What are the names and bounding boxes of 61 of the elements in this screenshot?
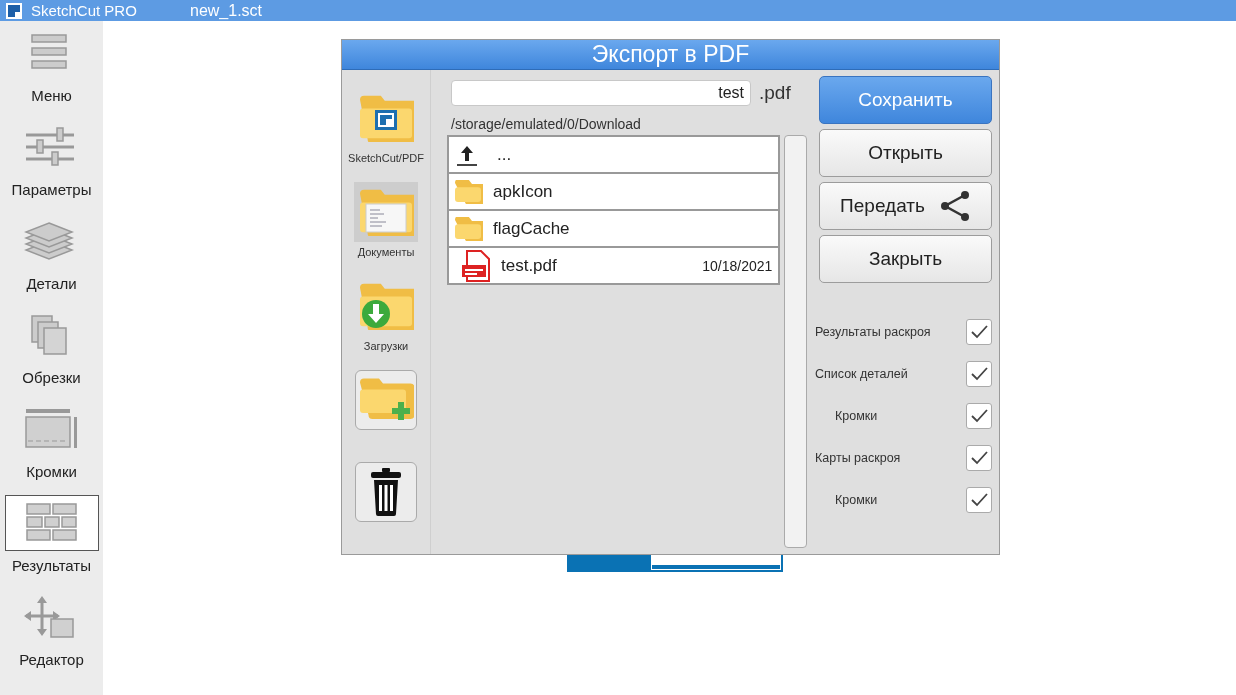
new-folder-icon — [358, 378, 414, 422]
place-shortcut[interactable]: Загрузки — [354, 276, 418, 370]
action-button[interactable]: Закрыть — [819, 235, 992, 283]
sidebar-item[interactable]: Результаты — [0, 495, 103, 589]
sidebar-item[interactable]: Параметры — [0, 119, 103, 213]
checkbox[interactable] — [966, 403, 992, 429]
file-row[interactable]: flagCache — [449, 211, 779, 246]
file-row[interactable]: ... — [449, 137, 779, 172]
sidebar-label: Меню — [31, 87, 72, 104]
file-name: ... — [497, 144, 512, 165]
sidebar-item[interactable]: Обрезки — [0, 307, 103, 401]
file-name: apkIcon — [493, 181, 553, 202]
file-date: 10/18/2021 — [702, 257, 773, 274]
option-label: Кромки — [835, 493, 878, 507]
sidebar-label: Редактор — [19, 651, 84, 668]
folder-icon — [453, 216, 483, 241]
place-label: SketchCut/PDF — [348, 152, 424, 164]
scrollbar[interactable] — [784, 135, 807, 548]
file-name: new_1.sct — [190, 1, 263, 20]
app-logo-icon — [5, 1, 23, 20]
delete-button[interactable] — [355, 462, 417, 522]
checkbox[interactable] — [966, 445, 992, 471]
place-shortcut[interactable]: SketchCut/PDF — [348, 88, 424, 182]
option-label: Кромки — [835, 409, 878, 423]
place-label: Загрузки — [363, 340, 409, 352]
sidebar-label: Детали — [26, 275, 77, 292]
share-icon — [938, 190, 971, 222]
checkbox[interactable] — [966, 361, 992, 387]
app-name: SketchCut PRO — [31, 2, 138, 19]
file-row[interactable]: test.pdf 10/18/2021 — [449, 248, 779, 283]
sidebar-label: Результаты — [12, 557, 91, 574]
sidebar-item[interactable]: Редактор — [0, 589, 103, 683]
file-name: test.pdf — [501, 255, 557, 276]
dialog-title: Экспорт в PDF — [342, 40, 999, 70]
trash-icon — [369, 468, 403, 516]
sidebar-item[interactable]: Кромки — [0, 401, 103, 495]
file-extension: .pdf — [759, 82, 791, 104]
app-folder-icon — [358, 94, 414, 142]
action-button[interactable]: Открыть — [819, 129, 992, 177]
place-shortcut[interactable]: Документы — [354, 182, 418, 276]
action-button[interactable]: Передать — [819, 182, 992, 230]
file-row[interactable]: apkIcon — [449, 174, 779, 209]
place-label: Документы — [357, 246, 415, 258]
edge-panel-icon — [24, 407, 79, 451]
option-label: Карты раскроя — [815, 451, 901, 465]
documents-folder-icon — [358, 188, 414, 236]
option-label: Список деталей — [815, 367, 908, 381]
sidebar-item[interactable]: Детали — [0, 213, 103, 307]
sidebar-item[interactable]: Меню — [0, 25, 103, 119]
download-folder-icon — [358, 282, 414, 330]
checkbox[interactable] — [966, 487, 992, 513]
sidebar-label: Параметры — [11, 181, 92, 198]
file-name: flagCache — [493, 218, 570, 239]
option-label: Результаты раскроя — [815, 325, 931, 339]
sidebar-label: Кромки — [26, 463, 77, 480]
folder-icon — [453, 179, 483, 204]
folder-path: /storage/emulated/0/Download — [451, 116, 642, 132]
sidebar-label: Обрезки — [22, 369, 81, 386]
filename-field[interactable]: test — [451, 80, 751, 106]
checkbox[interactable] — [966, 319, 992, 345]
pdf-file-icon — [461, 249, 491, 282]
